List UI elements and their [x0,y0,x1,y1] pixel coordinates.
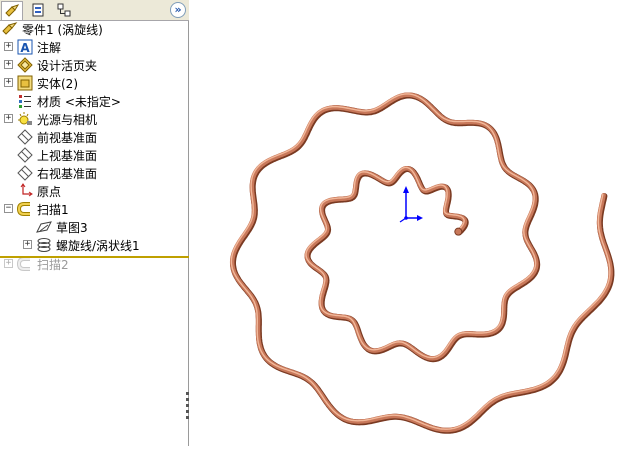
tree-item-material[interactable]: 材质 <未指定> [17,92,121,110]
coil-end-cap [454,227,463,236]
tree-item-label: 原点 [37,184,62,199]
tree-item-annotations[interactable]: + A 注解 [4,38,61,56]
tree-item-sweep1[interactable]: − 扫描1 [4,200,69,218]
sweep-icon [17,202,30,216]
tree-item-label: 注解 [37,40,62,55]
expander[interactable]: + [23,240,32,249]
configuration-manager-tab-icon [57,3,71,17]
spiral-coil-model [229,92,615,434]
tree-item-origin[interactable]: 原点 [17,182,61,200]
feature-manager-panel: » 零件1 (涡旋线) + A 注解 + 设计活页夹 + 实体(2) 材质 <未… [0,0,189,446]
tree-item-design-binder[interactable]: + 设计活页夹 [4,56,97,74]
coil-shadow [230,92,615,434]
tree-item-front-plane[interactable]: 前视基准面 [17,128,97,146]
plane-icon [17,129,33,145]
tree-item-label: 扫描1 [37,202,69,217]
tree-item-label: 光源与相机 [37,112,98,127]
graphics-viewport[interactable] [190,0,638,446]
expander[interactable]: − [4,204,13,213]
expander[interactable]: + [4,114,13,123]
tree-item-right-plane[interactable]: 右视基准面 [17,164,97,182]
tree-item-label: 实体(2) [37,76,78,91]
tree-item-helix[interactable]: + 螺旋线/涡状线1 [23,236,140,254]
design-binder-icon [17,57,33,73]
sweep-icon [17,257,30,271]
tree-item-label: 螺旋线/涡状线1 [56,238,140,253]
part-icon [2,22,18,35]
coil-geometry [229,92,615,434]
tree-item-label: 前视基准面 [37,130,98,145]
feature-manager-tab[interactable] [1,1,23,20]
sketch-icon [36,221,52,233]
expander[interactable]: + [4,60,13,69]
tree-item-part[interactable]: 零件1 (涡旋线) [2,20,103,38]
rollback-bar[interactable] [0,256,189,258]
tree-item-sketch3[interactable]: 草图3 [36,218,88,236]
part-name: 零件1 (涡旋线) [22,22,103,37]
tree-item-label: 设计活页夹 [37,58,98,73]
tree-item-lights-cameras[interactable]: + 光源与相机 [4,110,97,128]
tree-item-solid-bodies[interactable]: + 实体(2) [4,74,78,92]
origin-triad [399,186,423,223]
svg-text:A: A [20,41,30,55]
coil-body [229,92,613,433]
expander[interactable]: + [4,42,13,51]
expand-panel-button[interactable]: » [170,2,186,18]
tree-item-label: 右视基准面 [37,166,98,181]
tree-item-label: 上视基准面 [37,148,98,163]
tree-item-label: 草图3 [56,220,88,235]
solid-bodies-icon [17,75,33,91]
tree-item-label: 材质 <未指定> [37,94,121,109]
lights-cameras-icon [18,112,32,125]
origin-icon [20,183,33,197]
plane-icon [17,147,33,163]
configuration-manager-tab[interactable] [53,1,75,19]
helix-icon [37,238,51,252]
material-icon [19,95,31,108]
manager-tab-strip: » [0,0,189,21]
expander[interactable]: + [4,78,13,87]
feature-manager-tab-icon [5,4,20,17]
tree-item-label: 扫描2 [37,257,69,272]
property-manager-tab-icon [32,3,44,17]
plane-icon [17,165,33,181]
tree-item-top-plane[interactable]: 上视基准面 [17,146,97,164]
expander[interactable]: + [4,259,13,268]
property-manager-tab[interactable] [27,1,49,19]
annotation-icon: A [17,39,33,55]
